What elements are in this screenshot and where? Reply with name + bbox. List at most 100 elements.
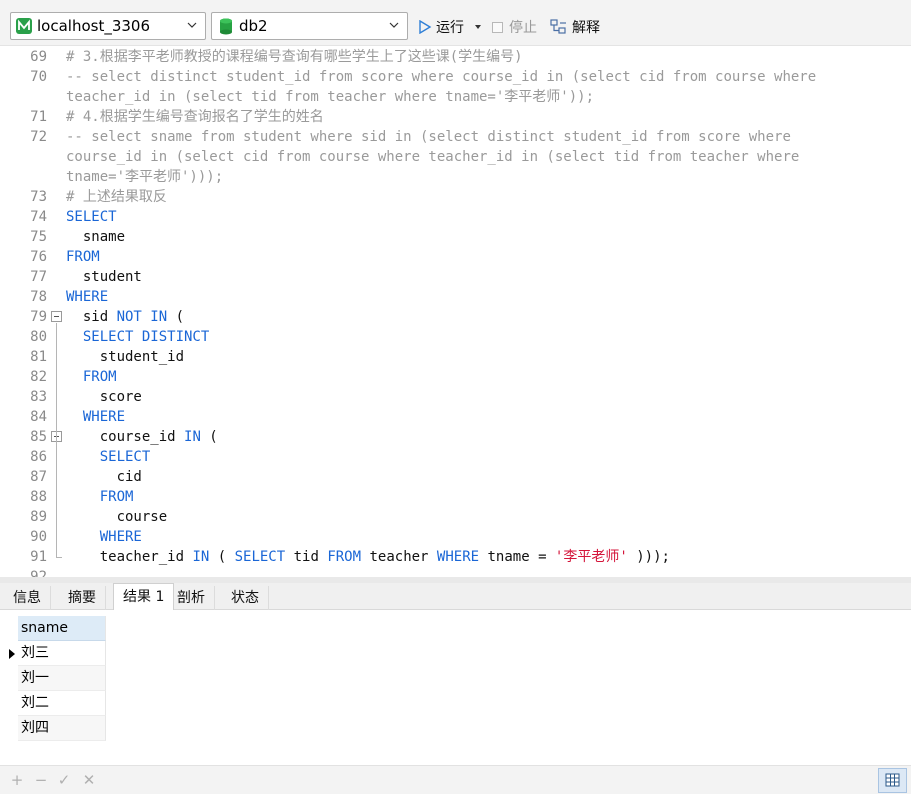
connection-label: localhost_3306 (37, 17, 151, 35)
code-line[interactable]: 91 teacher_id IN ( SELECT tid FROM teach… (0, 547, 911, 567)
code-line[interactable]: 86 SELECT (0, 447, 911, 467)
sql-string: '李平老师' (554, 549, 628, 565)
code-line[interactable]: 83 score (0, 387, 911, 407)
line-number: 86 (30, 449, 47, 465)
stop-button[interactable]: 停止 (492, 16, 537, 38)
sql-token: ( (209, 549, 235, 565)
code-line[interactable]: 70 -- select distinct student_id from sco… (0, 67, 911, 87)
database-select[interactable]: db2 (211, 12, 408, 40)
tab-2[interactable]: 摘要 (59, 586, 106, 610)
sql-comment: -- select sname from student where sid i… (66, 129, 791, 145)
code-line[interactable]: 77 student (0, 267, 911, 287)
row-indicator[interactable] (5, 716, 18, 741)
chevron-down-icon (187, 22, 197, 28)
code-text: course_id in (select cid from course whe… (66, 147, 799, 167)
fold-guide (56, 323, 57, 557)
sql-keyword: WHERE (436, 549, 480, 565)
sql-keyword: WHERE (66, 529, 142, 545)
code-line[interactable]: 89 course (0, 507, 911, 527)
check-icon[interactable]: ✓ (57, 773, 71, 788)
database-icon (220, 18, 232, 34)
code-text: tname='李平老师'))); (66, 167, 223, 187)
code-text: # 上述结果取反 (66, 187, 167, 207)
code-line[interactable]: course_id in (select cid from course whe… (0, 147, 911, 167)
column-header-sname[interactable]: sname (18, 616, 106, 641)
row-indicator[interactable] (5, 666, 18, 691)
code-line[interactable]: 80 SELECT DISTINCT (0, 327, 911, 347)
sql-keyword: IN (184, 429, 201, 445)
sql-comment: tname='李平老师'))); (66, 169, 224, 185)
tab-1[interactable]: 信息 (4, 586, 51, 610)
line-number: 79 (30, 309, 47, 325)
tab-4[interactable]: 剖析 (168, 586, 215, 610)
table-cell[interactable]: 刘二 (18, 691, 106, 716)
sql-keyword: FROM (66, 489, 134, 505)
code-line[interactable]: 72 -- select sname from student where sid… (0, 127, 911, 147)
code-text: -- select distinct student_id from score… (66, 67, 816, 87)
code-line[interactable]: 87 cid (0, 467, 911, 487)
line-number: 81 (30, 349, 47, 365)
table-cell[interactable]: 刘三 (18, 641, 106, 666)
code-line[interactable]: 79 sid NOT IN ( (0, 307, 911, 327)
line-number: 76 (30, 249, 47, 265)
code-line[interactable]: 74 SELECT (0, 207, 911, 227)
cross-icon[interactable]: ✕ (82, 773, 96, 788)
code-line[interactable]: 85 course_id IN ( (0, 427, 911, 447)
code-line[interactable]: 81 student_id (0, 347, 911, 367)
grid-view-button[interactable] (878, 768, 907, 793)
code-text: # 4.根据学生编号查询报名了学生的姓名 (66, 107, 324, 127)
line-number: 72 (30, 129, 47, 145)
line-number: 91 (30, 549, 47, 565)
code-text: FROM (66, 367, 117, 387)
sql-keyword: SELECT DISTINCT (66, 329, 210, 345)
code-text: course (66, 507, 168, 527)
line-number: 88 (30, 489, 47, 505)
code-text: SELECT (66, 207, 117, 227)
stop-icon (492, 21, 503, 33)
line-number: 90 (30, 529, 47, 545)
code-line[interactable]: 90 WHERE (0, 527, 911, 547)
row-indicator[interactable] (5, 641, 18, 666)
code-line[interactable]: 82 FROM (0, 367, 911, 387)
tab-5[interactable]: 状态 (222, 586, 269, 610)
minus-icon[interactable]: − (34, 773, 48, 788)
row-indicator[interactable] (5, 691, 18, 716)
stop-label: 停止 (509, 20, 537, 36)
code-line[interactable]: 76 FROM (0, 247, 911, 267)
run-button[interactable]: 运行 (418, 16, 464, 38)
code-text: cid (66, 467, 142, 487)
code-line[interactable]: 75 sname (0, 227, 911, 247)
sql-comment: # 上述结果取反 (66, 189, 167, 205)
explain-button[interactable]: 解释 (550, 16, 600, 38)
code-line[interactable]: teacher_id in (select tid from teacher w… (0, 87, 911, 107)
tab-3[interactable]: 结果 1 (113, 583, 175, 611)
code-line[interactable]: 92 (0, 567, 911, 577)
sql-editor[interactable]: 69 # 3.根据李平老师教授的课程编号查询有哪些学生上了这些课(学生编号) 70 -… (0, 47, 911, 577)
results-panel: sname 刘三 刘一 刘二 刘四 (0, 610, 911, 765)
database-label: db2 (239, 17, 268, 35)
code-line[interactable]: 73 # 上述结果取反 (0, 187, 911, 207)
code-text: -- select sname from student where sid i… (66, 127, 791, 147)
toolbar: localhost_3306 db2 运行 停止 解释 (0, 0, 911, 46)
code-line[interactable]: 69 # 3.根据李平老师教授的课程编号查询有哪些学生上了这些课(学生编号) (0, 47, 911, 67)
fold-toggle-icon[interactable] (51, 311, 62, 322)
chevron-down-icon (389, 22, 399, 28)
code-line[interactable]: tname='李平老师'))); (0, 167, 911, 187)
code-line[interactable]: 71 # 4.根据学生编号查询报名了学生的姓名 (0, 107, 911, 127)
grid-icon (885, 773, 900, 787)
fold-guide-end (56, 557, 62, 558)
table-cell[interactable]: 刘一 (18, 666, 106, 691)
current-row-arrow-icon (9, 649, 15, 659)
connection-select[interactable]: localhost_3306 (10, 12, 206, 40)
line-number: 73 (30, 189, 47, 205)
table-cell[interactable]: 刘四 (18, 716, 106, 741)
run-dropdown-button[interactable] (474, 16, 482, 38)
code-text: teacher_id in (select tid from teacher w… (66, 87, 594, 107)
plus-icon[interactable]: + (10, 773, 24, 788)
code-line[interactable]: 88 FROM (0, 487, 911, 507)
code-line[interactable]: 84 WHERE (0, 407, 911, 427)
sql-token: ( (167, 309, 185, 325)
line-number: 85 (30, 429, 47, 445)
code-line[interactable]: 78 WHERE (0, 287, 911, 307)
explain-icon (550, 19, 566, 34)
